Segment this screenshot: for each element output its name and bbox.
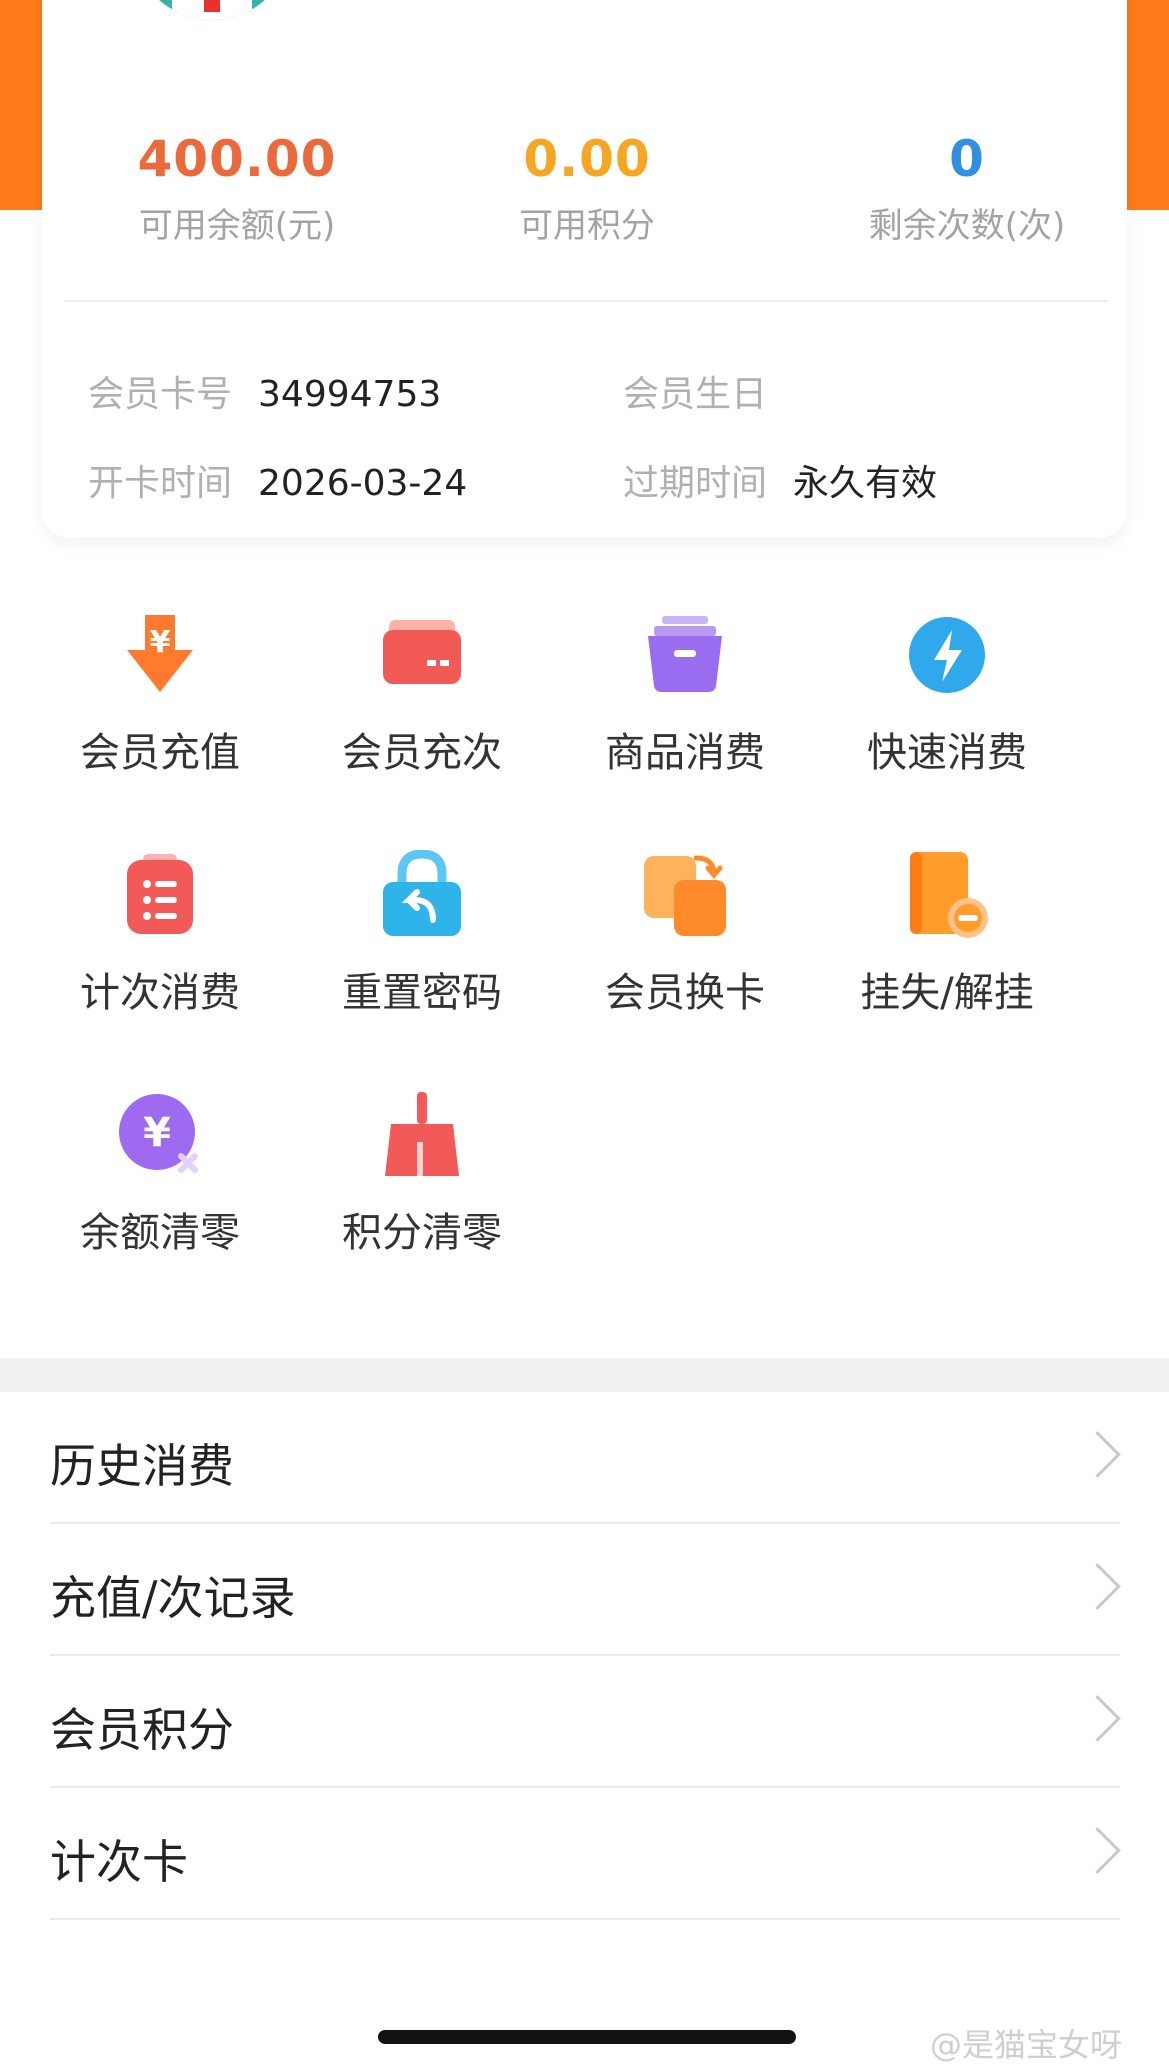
- basket-icon: [640, 610, 730, 700]
- checklist-icon: [115, 850, 205, 940]
- action-label: 重置密码: [342, 970, 502, 1016]
- remaining-value: 0: [949, 130, 985, 188]
- action-label: 计次消费: [80, 970, 240, 1016]
- points-stat[interactable]: 0.00 可用积分: [437, 130, 737, 247]
- chevron-right-icon: [1074, 1827, 1121, 1874]
- chevron-right-icon: [1074, 1563, 1121, 1610]
- home-indicator[interactable]: [378, 2030, 796, 2044]
- chevron-right-icon: [1074, 1431, 1121, 1478]
- action-recharge[interactable]: ¥ 会员充值: [28, 610, 292, 778]
- expire-row: 过期时间 永久有效: [623, 454, 937, 506]
- list-item-label: 历史消费: [50, 1439, 234, 1493]
- action-label: 会员换卡: [605, 970, 765, 1016]
- list-item-member-points[interactable]: 会员积分: [50, 1656, 1121, 1788]
- list-item-label: 会员积分: [50, 1703, 234, 1757]
- balance-label: 可用余额(元): [138, 206, 336, 246]
- action-clear-points[interactable]: 积分清零: [290, 1090, 554, 1258]
- expire-label: 过期时间: [623, 463, 768, 504]
- list-item-history-consume[interactable]: 历史消费: [50, 1392, 1121, 1524]
- yuan-clear-icon: ¥: [115, 1090, 205, 1180]
- avatar: [132, 0, 292, 20]
- open-time-label: 开卡时间: [88, 463, 233, 504]
- action-label: 会员充值: [80, 730, 240, 776]
- action-product-consume[interactable]: 商品消费: [553, 610, 817, 778]
- action-recharge-times[interactable]: 会员充次: [290, 610, 554, 778]
- card-number-label: 会员卡号: [88, 374, 233, 415]
- expire-value: 永久有效: [793, 463, 938, 504]
- action-reset-password[interactable]: 重置密码: [290, 849, 554, 1018]
- card-number-value: 34994753: [258, 374, 442, 415]
- open-time-value: 2026-03-24: [258, 463, 468, 504]
- swap-card-icon: [640, 850, 730, 940]
- chevron-right-icon: [1074, 1695, 1121, 1742]
- divider: [64, 300, 1108, 302]
- action-count-consume[interactable]: 计次消费: [28, 850, 292, 1018]
- action-label: 挂失/解挂: [860, 970, 1034, 1016]
- section-gap: [0, 1358, 1169, 1392]
- broom-icon: [377, 1090, 467, 1180]
- action-label: 会员充次: [342, 730, 502, 776]
- yuan-down-arrow-icon: ¥: [115, 610, 205, 700]
- card-number-row: 会员卡号 34994753: [88, 365, 441, 417]
- action-label: 余额清零: [80, 1210, 240, 1256]
- balance-stat[interactable]: 400.00 可用余额(元): [87, 130, 387, 247]
- points-label: 可用积分: [519, 206, 655, 246]
- book-minus-icon: [902, 850, 992, 940]
- birthday-label: 会员生日: [623, 374, 768, 415]
- action-label: 商品消费: [605, 730, 765, 776]
- action-report-loss[interactable]: 挂失/解挂: [815, 850, 1079, 1018]
- lightning-icon: [902, 610, 992, 700]
- action-label: 积分清零: [342, 1210, 502, 1256]
- lock-reset-icon: [377, 849, 467, 940]
- action-clear-balance[interactable]: ¥ 余额清零: [28, 1090, 292, 1258]
- svg-text:¥: ¥: [143, 1110, 171, 1156]
- list-item-label: 充值/次记录: [50, 1571, 296, 1625]
- birthday-row: 会员生日: [623, 365, 793, 417]
- action-label: 快速消费: [867, 730, 1027, 776]
- stats-row: 400.00 可用余额(元) 0.00 可用积分 0 剩余次数(次): [42, 130, 1127, 260]
- points-value: 0.00: [523, 130, 651, 188]
- list-item-recharge-records[interactable]: 充值/次记录: [50, 1524, 1121, 1656]
- action-change-card[interactable]: 会员换卡: [553, 850, 817, 1018]
- card-icon: [377, 610, 467, 700]
- svg-text:¥: ¥: [150, 625, 171, 660]
- balance-value: 400.00: [137, 130, 337, 188]
- watermark: @是猫宝女呀: [930, 2026, 1123, 2064]
- remaining-stat[interactable]: 0 剩余次数(次): [817, 130, 1117, 247]
- list-item-label: 计次卡: [50, 1835, 188, 1889]
- action-quick-consume[interactable]: 快速消费: [815, 610, 1079, 778]
- remaining-label: 剩余次数(次): [868, 206, 1066, 246]
- list-item-count-card[interactable]: 计次卡: [50, 1788, 1121, 1920]
- open-time-row: 开卡时间 2026-03-24: [88, 454, 467, 506]
